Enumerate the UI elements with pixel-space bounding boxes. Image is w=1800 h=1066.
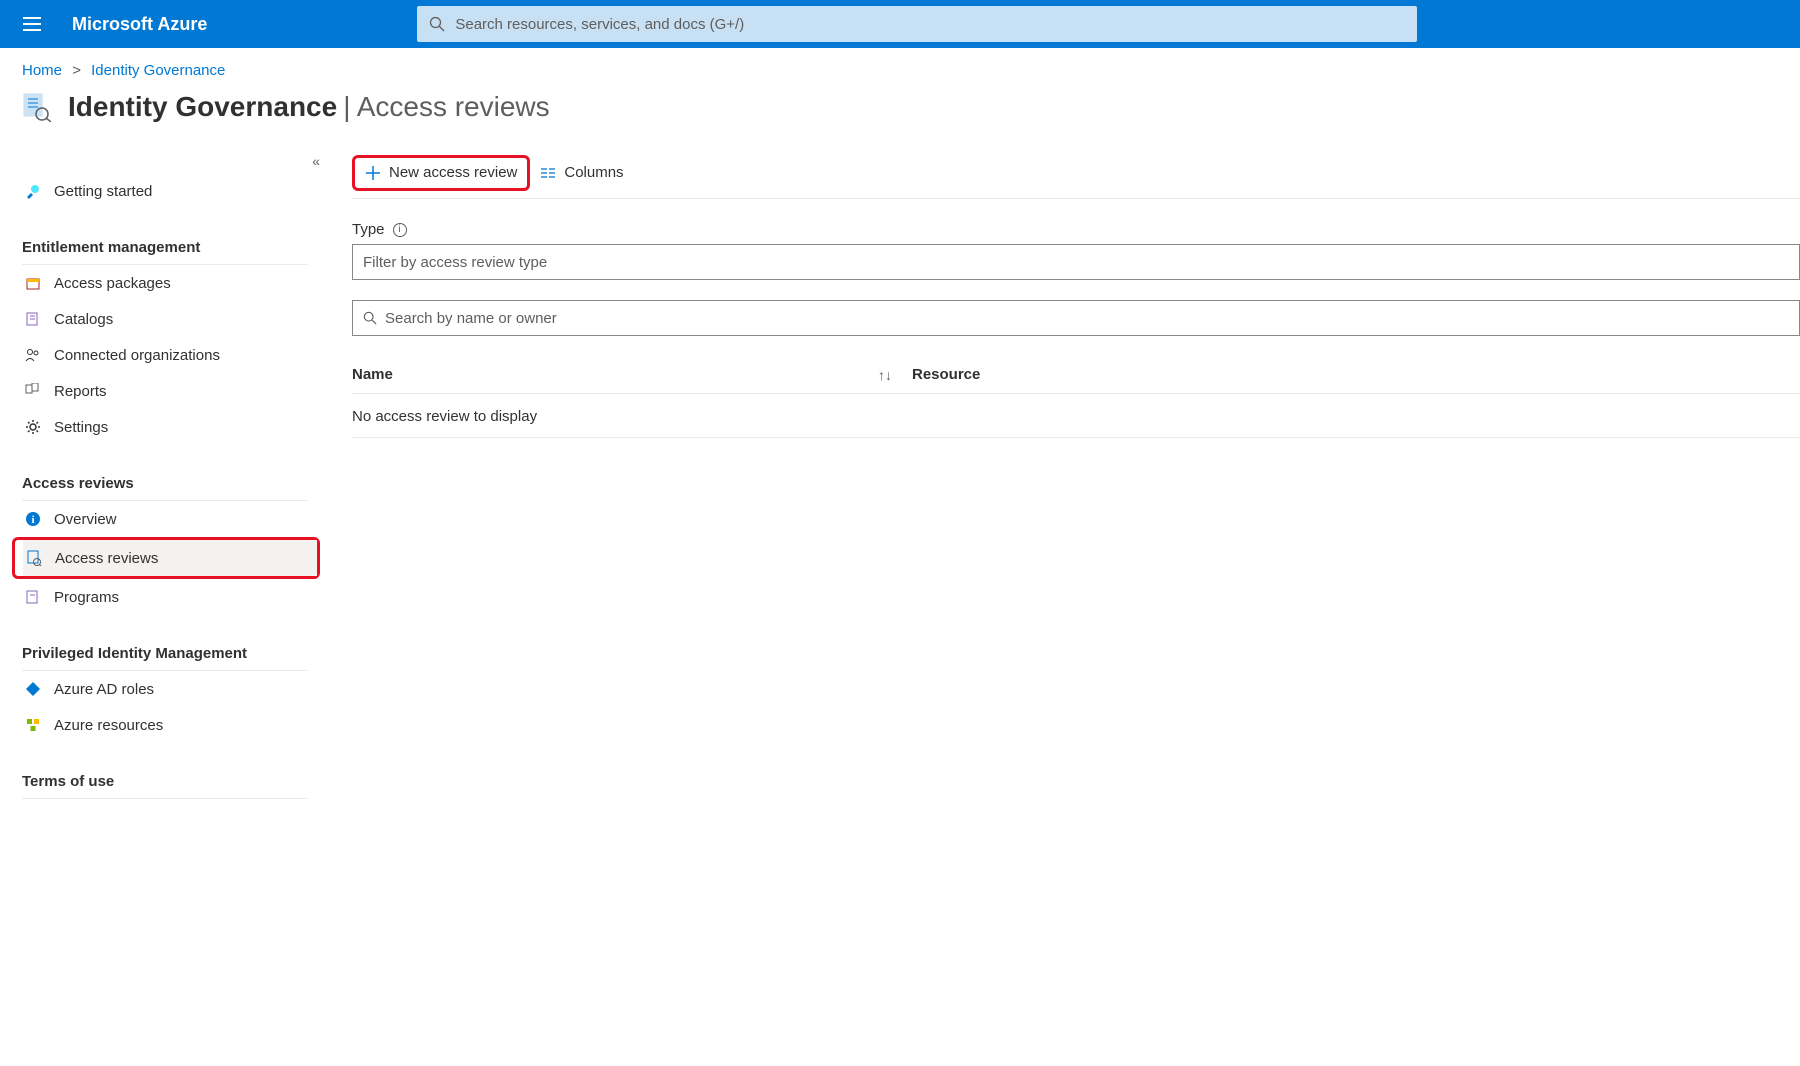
sidebar-item-label: Azure AD roles (54, 681, 154, 698)
name-search-input[interactable] (385, 310, 1789, 327)
columns-icon (540, 165, 556, 181)
columns-button[interactable]: Columns (530, 155, 633, 191)
sidebar-item-label: Connected organizations (54, 347, 220, 364)
cubes-icon (24, 716, 42, 734)
sidebar-item-access-reviews-highlight: Access reviews (12, 537, 320, 579)
sidebar-item-programs[interactable]: Programs (22, 579, 308, 615)
sidebar-section-entitlement: Entitlement management (22, 227, 308, 265)
sidebar-item-getting-started[interactable]: Getting started (22, 173, 308, 209)
sidebar-item-settings[interactable]: Settings (22, 409, 308, 445)
top-header: Microsoft Azure (0, 0, 1800, 48)
sidebar-item-label: Azure resources (54, 717, 163, 734)
col-header-name[interactable]: Name ↑↓ (352, 366, 912, 383)
breadcrumb-sep: > (72, 62, 81, 79)
toolbar-label: New access review (389, 164, 517, 181)
name-search-box[interactable] (352, 300, 1800, 336)
sidebar-section-pim: Privileged Identity Management (22, 633, 308, 671)
sidebar-item-label: Overview (54, 511, 117, 528)
info-icon: i (24, 510, 42, 528)
table-empty-row: No access review to display (352, 408, 1800, 438)
toolbar-label: Columns (564, 164, 623, 181)
catalog-icon (24, 310, 42, 328)
sidebar-item-azure-resources[interactable]: Azure resources (22, 707, 308, 743)
people-icon (24, 346, 42, 364)
sidebar-item-label: Catalogs (54, 311, 113, 328)
toolbar: New access review Columns (352, 147, 1800, 199)
plus-icon (365, 165, 381, 181)
sidebar-item-connected-orgs[interactable]: Connected organizations (22, 337, 308, 373)
page-title-row: Identity Governance | Access reviews (0, 87, 1800, 143)
sidebar-item-access-reviews[interactable]: Access reviews (23, 540, 317, 576)
breadcrumb-home[interactable]: Home (22, 62, 62, 79)
sidebar-item-label: Reports (54, 383, 107, 400)
rocket-icon (24, 182, 42, 200)
sidebar-item-label: Access packages (54, 275, 171, 292)
type-filter-input[interactable] (352, 244, 1800, 280)
sidebar-section-access-reviews: Access reviews (22, 463, 308, 501)
sidebar-item-access-packages[interactable]: Access packages (22, 265, 308, 301)
sidebar-collapse[interactable]: « (312, 153, 320, 169)
gear-icon (24, 418, 42, 436)
new-access-review-button[interactable]: New access review (352, 155, 530, 191)
page-title-icon (22, 92, 52, 122)
type-filter-label-row: Type i (352, 221, 1800, 238)
hamburger-menu[interactable] (8, 0, 56, 48)
diamond-icon (24, 680, 42, 698)
search-icon (429, 16, 445, 32)
breadcrumb: Home > Identity Governance (0, 48, 1800, 87)
brand-link[interactable]: Microsoft Azure (56, 14, 247, 35)
reports-icon (24, 382, 42, 400)
sidebar-item-label: Settings (54, 419, 108, 436)
programs-icon (24, 588, 42, 606)
sidebar-section-terms-of-use: Terms of use (22, 761, 308, 799)
global-search-input[interactable] (455, 16, 1405, 33)
sort-icon: ↑↓ (878, 367, 892, 383)
info-circle-icon[interactable]: i (393, 223, 407, 237)
sidebar-item-overview[interactable]: i Overview (22, 501, 308, 537)
sidebar: « Getting started Entitlement management… (0, 143, 330, 799)
sidebar-item-label: Access reviews (55, 550, 158, 567)
page-title-sub: | Access reviews (343, 91, 549, 123)
table-body: No access review to display (352, 394, 1800, 452)
main-content: New access review Columns Type i Name ↑↓… (330, 143, 1800, 799)
svg-text:i: i (31, 514, 34, 526)
breadcrumb-identity-governance[interactable]: Identity Governance (91, 62, 225, 79)
sidebar-item-reports[interactable]: Reports (22, 373, 308, 409)
hamburger-icon (23, 15, 41, 33)
review-icon (25, 549, 43, 567)
table-header: Name ↑↓ Resource (352, 356, 1800, 394)
sidebar-item-label: Programs (54, 589, 119, 606)
col-header-resource[interactable]: Resource (912, 366, 1800, 383)
sidebar-item-catalogs[interactable]: Catalogs (22, 301, 308, 337)
package-icon (24, 274, 42, 292)
global-search[interactable] (417, 6, 1417, 42)
search-icon (363, 311, 377, 325)
chevron-double-left-icon: « (312, 153, 320, 169)
sidebar-item-label: Getting started (54, 183, 152, 200)
type-label: Type (352, 221, 385, 238)
page-title-main: Identity Governance (68, 91, 337, 123)
sidebar-item-azure-ad-roles[interactable]: Azure AD roles (22, 671, 308, 707)
